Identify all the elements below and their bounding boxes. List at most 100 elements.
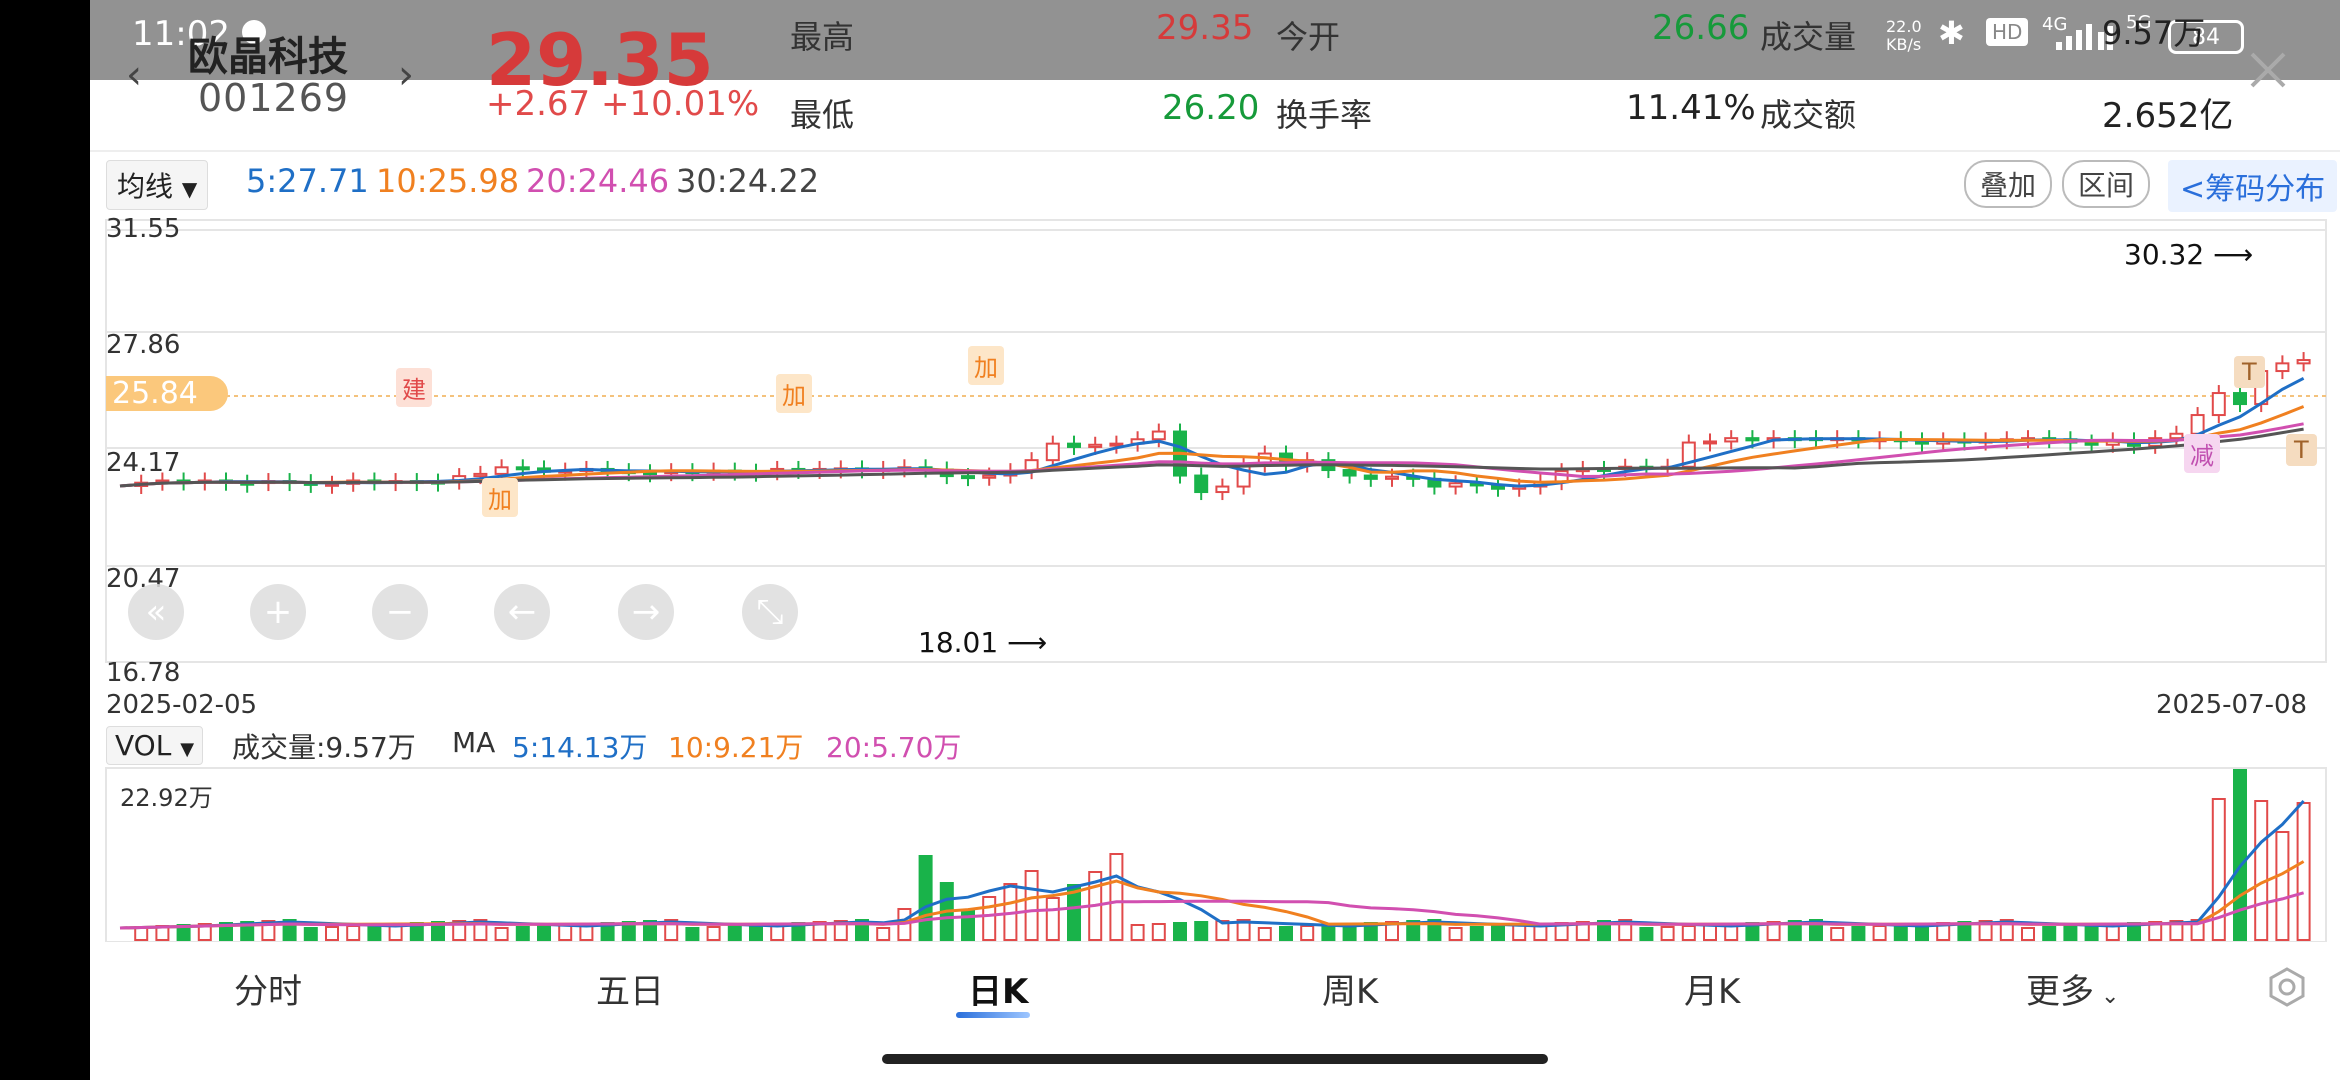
stock-code: 001269 xyxy=(198,76,350,120)
tab-more[interactable]: 更多 ⌄ xyxy=(2026,964,2119,1013)
volume-bar xyxy=(982,896,997,941)
settings-icon[interactable] xyxy=(2266,966,2308,1008)
tab-monthly-k[interactable]: 月K xyxy=(1684,964,1740,1013)
candle-body xyxy=(1215,485,1230,494)
volume-bar xyxy=(1851,926,1866,941)
signal-build-badge[interactable]: 建 xyxy=(396,368,432,407)
candle-body xyxy=(2211,392,2226,417)
ma20-value: 20:24.46 xyxy=(526,162,670,200)
y-axis-label-1: 31.55 xyxy=(106,214,181,244)
volume-bar xyxy=(1639,927,1654,941)
ma30-line xyxy=(119,427,2304,488)
candle-body xyxy=(1724,437,1739,443)
volume-bar xyxy=(1703,924,1717,941)
volume-bar xyxy=(1130,924,1145,941)
volume-bar xyxy=(558,924,573,941)
rewind-icon[interactable]: « xyxy=(128,584,184,640)
volume-bar xyxy=(961,909,975,941)
candle-body xyxy=(2233,392,2247,406)
chevron-down-icon: ▼ xyxy=(180,739,195,760)
ma-dropdown[interactable]: 均线 ▼ xyxy=(106,160,209,210)
ma30-value: 30:24.22 xyxy=(676,162,820,200)
tab-weekly-k[interactable]: 周K xyxy=(1322,964,1378,1013)
max-price-marker: 30.32 ⟶ xyxy=(2124,238,2254,271)
y-axis-label-5: 16.78 xyxy=(106,658,181,688)
volume-bar xyxy=(367,924,382,941)
hd-badge: HD xyxy=(1986,18,2029,46)
close-icon[interactable] xyxy=(2248,50,2288,90)
scroll-right-icon[interactable]: → xyxy=(618,584,674,640)
volume-today: 成交量:9.57万 xyxy=(232,731,416,764)
range-button[interactable]: 区间 xyxy=(2062,160,2151,208)
volume-bar xyxy=(727,925,742,941)
overlay-button[interactable]: 叠加 xyxy=(1964,160,2053,208)
signal-t-badge[interactable]: T xyxy=(2234,356,2265,388)
active-tab-indicator xyxy=(956,1012,1030,1018)
volume-bar xyxy=(706,926,721,941)
price-change: +2.67 +10.01% xyxy=(486,84,760,124)
kline-chart[interactable] xyxy=(90,210,2340,730)
volume-bar xyxy=(1321,924,1336,941)
high-value: 29.35 xyxy=(1156,8,1254,48)
open-value: 26.66 xyxy=(1652,8,1750,48)
home-indicator xyxy=(882,1054,1548,1064)
volume-bar xyxy=(2084,924,2099,941)
volume-bar xyxy=(1830,927,1845,941)
high-label: 最高 xyxy=(790,18,855,56)
ma5-value: 5:27.71 xyxy=(246,162,369,200)
volume-bar xyxy=(876,927,891,941)
candle-body xyxy=(2169,432,2184,440)
volume-bar xyxy=(1024,870,1039,941)
volume-value: 9.57万 xyxy=(2102,14,2206,52)
volume-chart[interactable] xyxy=(90,766,2340,942)
signal-add-badge[interactable]: 加 xyxy=(482,478,518,517)
zoom-in-icon[interactable]: + xyxy=(250,584,306,640)
tab-five-day[interactable]: 五日 xyxy=(596,964,664,1013)
ma10-line xyxy=(119,405,2305,488)
next-stock-button[interactable]: › xyxy=(398,52,414,98)
volume-bar xyxy=(749,924,763,941)
signal-reduce-badge[interactable]: 减 xyxy=(2184,434,2220,473)
ma10-value: 10:25.98 xyxy=(376,162,520,200)
signal-t-badge[interactable]: T xyxy=(2286,434,2317,466)
volume-bar xyxy=(2233,769,2247,941)
chip-distribution-button[interactable]: <筹码分布 xyxy=(2168,160,2338,212)
volume-bar xyxy=(685,927,700,941)
candle-body xyxy=(1151,430,1166,441)
turnover-label: 换手率 xyxy=(1276,96,1373,134)
volume-bar xyxy=(537,925,551,941)
y-axis-label-2: 27.86 xyxy=(106,330,181,360)
volume-bar xyxy=(2275,831,2290,941)
tab-daily-k[interactable]: 日K xyxy=(968,964,1028,1013)
volume-bar xyxy=(515,926,530,941)
low-label: 最低 xyxy=(790,96,855,134)
volume-bar xyxy=(1512,924,1527,941)
vol-ma10-value: 10:9.21万 xyxy=(668,731,804,764)
volume-bar xyxy=(2042,926,2057,941)
signal-add-badge[interactable]: 加 xyxy=(776,374,812,413)
candle-body xyxy=(2084,441,2099,446)
tab-intraday[interactable]: 分时 xyxy=(234,964,302,1013)
chevron-down-icon: ▼ xyxy=(181,177,198,201)
header-divider xyxy=(90,150,2340,152)
collapse-icon[interactable]: ⤡ xyxy=(742,584,798,640)
candle-body xyxy=(1703,440,1717,445)
turnover-value: 11.41% xyxy=(1626,88,1756,128)
prev-stock-button[interactable]: ‹ xyxy=(126,52,142,98)
low-value: 26.20 xyxy=(1162,88,1260,128)
scroll-left-icon[interactable]: ← xyxy=(494,584,550,640)
volume-bar xyxy=(1045,897,1060,941)
candle-body xyxy=(2296,359,2311,365)
vol-dropdown[interactable]: VOL ▼ xyxy=(106,726,204,765)
bluetooth-icon: ✱ xyxy=(1938,14,1965,52)
vol-max-label: 22.92万 xyxy=(120,784,213,812)
vol-ma5-line xyxy=(119,799,2305,930)
signal-add-badge[interactable]: 加 xyxy=(968,346,1004,385)
date-start: 2025-02-05 xyxy=(106,690,258,720)
volume-bar xyxy=(1173,922,1187,941)
candle-body xyxy=(1045,442,1060,462)
stock-name: 欧晶科技 xyxy=(188,34,348,80)
candle-body xyxy=(473,472,488,478)
zoom-out-icon[interactable]: − xyxy=(372,584,428,640)
volume-bar xyxy=(2021,927,2035,941)
